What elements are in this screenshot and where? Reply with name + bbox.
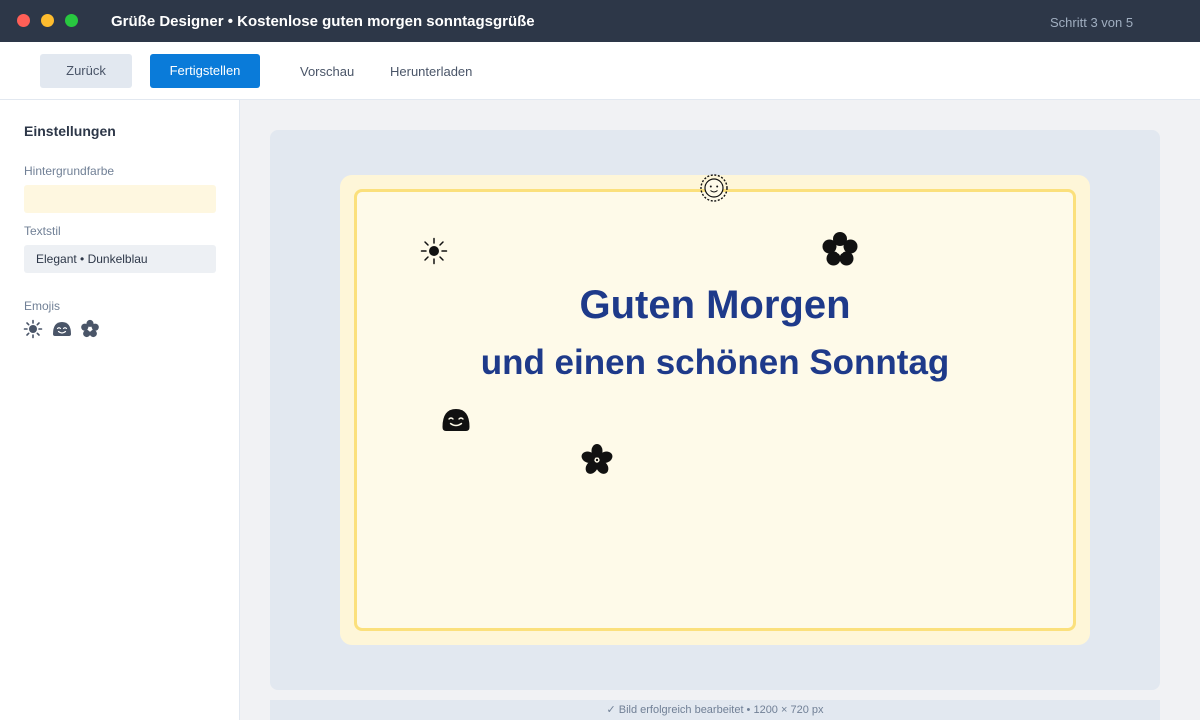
smile-face-icon[interactable] — [52, 319, 72, 339]
canvas-area: Guten Morgen und einen schönen Sonntag — [270, 130, 1160, 690]
background-color-swatch[interactable] — [24, 185, 216, 213]
sun-icon[interactable] — [23, 319, 43, 339]
sun-face-icon[interactable] — [698, 172, 730, 204]
card-headline[interactable]: Guten Morgen — [340, 283, 1090, 328]
flower-icon[interactable] — [821, 231, 859, 267]
emojis-label: Emojis — [24, 299, 61, 313]
sun-icon[interactable] — [420, 237, 448, 265]
window-title: Grüße Designer • Kostenlose guten morgen… — [111, 13, 535, 30]
maximize-window-button[interactable] — [65, 14, 78, 27]
step-indicator: Schritt 3 von 5 — [1050, 15, 1134, 30]
textstyle-select[interactable]: Elegant • Dunkelblau — [24, 245, 216, 273]
background-color-label: Hintergrundfarbe — [24, 164, 115, 178]
preview-link[interactable]: Vorschau — [300, 64, 354, 79]
minimize-window-button[interactable] — [41, 14, 54, 27]
status-bar: ✓ Bild erfolgreich bearbeitet • 1200 × 7… — [270, 700, 1160, 720]
textstyle-label: Textstil — [24, 224, 61, 238]
toolbar: Zurück Fertigstellen Vorschau Herunterla… — [0, 42, 1200, 100]
greeting-card[interactable]: Guten Morgen und einen schönen Sonntag — [340, 172, 1090, 645]
finish-button[interactable]: Fertigstellen — [150, 54, 260, 88]
close-window-button[interactable] — [17, 14, 30, 27]
settings-sidebar: Einstellungen Hintergrundfarbe Textstil … — [0, 100, 240, 720]
title-bar: Grüße Designer • Kostenlose guten morgen… — [0, 0, 1200, 42]
flower-icon[interactable] — [80, 319, 100, 339]
smile-face-icon[interactable] — [441, 405, 471, 435]
back-button[interactable]: Zurück — [40, 54, 132, 88]
settings-title: Einstellungen — [24, 123, 116, 139]
card-subline[interactable]: und einen schönen Sonntag — [340, 343, 1090, 383]
blossom-icon[interactable] — [580, 443, 614, 477]
download-link[interactable]: Herunterladen — [390, 64, 472, 79]
